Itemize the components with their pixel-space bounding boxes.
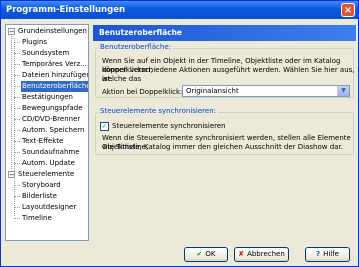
tree-connector xyxy=(14,207,20,208)
checkmark-icon: ✔ xyxy=(196,250,203,258)
cancel-button[interactable]: ✘ Abbrechen xyxy=(234,247,289,262)
collapse-icon[interactable]: − xyxy=(8,28,15,36)
tree-item-soundsystem[interactable]: Soundsystem xyxy=(22,48,69,59)
tree-item-text-effects[interactable]: Text-Effekte xyxy=(22,136,63,147)
double-click-action-label: Aktion bei Doppelklick: xyxy=(102,88,183,96)
tree-connector xyxy=(14,53,20,54)
tree-connector xyxy=(14,152,20,153)
page-title: Benutzeroberfläche xyxy=(93,25,356,41)
tree-connector xyxy=(14,130,20,131)
help-button[interactable]: ? Hilfe xyxy=(305,247,350,262)
double-click-action-select[interactable]: Originalansicht ▼ xyxy=(182,85,350,97)
help-icon: ? xyxy=(316,250,321,258)
tree-item-user-interface[interactable]: Benutzeroberfläche xyxy=(21,81,88,92)
double-click-action-value: Originalansicht xyxy=(186,87,239,95)
tree-connector xyxy=(14,64,20,65)
tree-item-timeline[interactable]: Timeline xyxy=(22,213,52,224)
tree-group-grundeinstellungen[interactable]: Grundeinstellungen xyxy=(18,26,87,37)
description-line: ist. xyxy=(102,75,113,83)
tree-item-add-files[interactable]: Dateien hinzufügen xyxy=(22,70,88,81)
cross-icon: ✘ xyxy=(238,250,245,258)
tree-connector xyxy=(14,163,20,164)
ok-button-label: OK xyxy=(205,250,216,258)
description-line: Objektliste, Katalog immer den gleichen … xyxy=(102,143,343,151)
tree-item-image-list[interactable]: Bilderliste xyxy=(22,191,57,202)
tree-group-steuerelemente[interactable]: Steuerelemente xyxy=(18,169,74,180)
chevron-down-icon[interactable]: ▼ xyxy=(337,86,349,96)
tree-item-storyboard[interactable]: Storyboard xyxy=(22,180,61,191)
tree-connector xyxy=(14,141,20,142)
cancel-button-label: Abbrechen xyxy=(247,250,285,258)
tree-connector xyxy=(14,218,20,219)
settings-tree[interactable]: − Grundeinstellungen Plugins Soundsystem… xyxy=(5,24,89,241)
tree-connector xyxy=(14,97,20,98)
resize-grip-icon[interactable]: ⋰ xyxy=(348,256,356,264)
description-line: können verschiedene Aktionen ausgeführt … xyxy=(102,66,355,83)
title-bar[interactable]: Programm-Einstellungen × xyxy=(1,1,358,19)
sync-controls-legend: Steuerelemente synchronisieren: xyxy=(98,107,218,116)
tree-item-plugins[interactable]: Plugins xyxy=(22,37,47,48)
tree-connector xyxy=(14,75,20,76)
help-button-label: Hilfe xyxy=(323,250,339,258)
sync-controls-checkbox[interactable]: ✓ xyxy=(100,122,109,131)
tree-item-autosave[interactable]: Autom. Speichern xyxy=(22,125,84,136)
settings-dialog: Programm-Einstellungen × − Grundeinstell… xyxy=(0,0,359,267)
tree-item-motion-paths[interactable]: Bewegungspfade xyxy=(22,103,83,114)
tree-item-cd-dvd-burner[interactable]: CD/DVD-Brenner xyxy=(22,114,80,125)
tree-connector xyxy=(14,108,20,109)
user-interface-legend: Benutzeroberfläche: xyxy=(98,43,173,52)
tree-item-auto-update[interactable]: Autom. Update xyxy=(22,158,75,169)
window-title: Programm-Einstellungen xyxy=(6,5,126,15)
tree-item-confirmations[interactable]: Bestätigungen xyxy=(22,92,73,103)
tree-connector xyxy=(11,36,12,169)
tree-connector xyxy=(14,42,20,43)
tree-connector xyxy=(14,196,20,197)
sync-controls-checkbox-label[interactable]: Steuerelemente synchronisieren xyxy=(112,122,226,131)
close-button[interactable]: × xyxy=(341,3,355,17)
ok-button[interactable]: ✔ OK xyxy=(184,247,228,262)
collapse-icon[interactable]: − xyxy=(8,171,15,179)
tree-item-temp-folder[interactable]: Temporäres Verz... xyxy=(22,59,87,70)
tree-item-sound-recording[interactable]: Soundaufnahme xyxy=(22,147,80,158)
tree-connector xyxy=(14,86,20,87)
tree-connector xyxy=(14,119,20,120)
tree-item-layout-designer[interactable]: Layoutdesigner xyxy=(22,202,76,213)
tree-connector xyxy=(14,185,20,186)
